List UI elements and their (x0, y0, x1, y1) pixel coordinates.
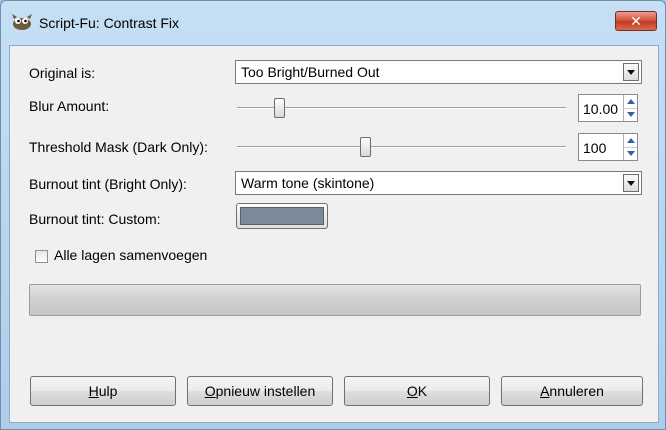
title-bar[interactable]: Script-Fu: Contrast Fix ✕ (1, 1, 665, 45)
custom-tint-color-button[interactable] (236, 203, 328, 229)
ok-button-label: K (417, 383, 428, 399)
threshold-value[interactable]: 100 (583, 140, 606, 156)
spin-down-icon[interactable] (623, 147, 637, 160)
merge-layers-checkbox[interactable] (35, 250, 48, 263)
close-icon: ✕ (630, 13, 642, 29)
merge-layers-label[interactable]: Alle lagen samenvoegen (54, 247, 207, 263)
threshold-slider-thumb[interactable] (359, 137, 371, 157)
spin-up-icon[interactable] (623, 95, 637, 108)
reset-button-label: pnieuw instellen (215, 383, 316, 399)
reset-button[interactable]: Opnieuw instellen (187, 376, 333, 406)
spin-up-icon[interactable] (623, 134, 637, 147)
close-button[interactable]: ✕ (615, 11, 657, 31)
color-swatch (240, 207, 324, 225)
ok-button[interactable]: OK (344, 376, 490, 406)
help-button[interactable]: Hulp (30, 376, 176, 406)
original-label: Original is: (29, 65, 96, 81)
dialog-client-area: Original is: Too Bright/Burned Out Blur … (9, 45, 659, 423)
ok-button-mnemonic: O (406, 383, 418, 399)
blur-slider-track[interactable] (237, 107, 566, 109)
progress-bar (29, 284, 641, 316)
help-button-mnemonic: H (88, 383, 99, 399)
tint-combo[interactable]: Warm tone (skintone) (235, 171, 642, 195)
tint-combo-value: Warm tone (skintone) (241, 175, 375, 191)
original-combo[interactable]: Too Bright/Burned Out (235, 60, 642, 84)
threshold-slider-track[interactable] (237, 146, 566, 148)
window-title: Script-Fu: Contrast Fix (39, 15, 180, 31)
help-button-label: ulp (98, 383, 118, 399)
spin-down-icon[interactable] (623, 108, 637, 121)
gimp-wilber-icon (12, 14, 32, 30)
blur-label: Blur Amount: (29, 98, 110, 114)
dialog-window: Script-Fu: Contrast Fix ✕ Original is: T… (0, 0, 666, 430)
original-combo-value: Too Bright/Burned Out (241, 64, 380, 80)
blur-slider-thumb[interactable] (274, 98, 286, 118)
blur-value[interactable]: 10.00 (583, 101, 618, 117)
chevron-down-icon[interactable] (623, 63, 639, 81)
reset-button-mnemonic: O (204, 383, 216, 399)
threshold-label: Threshold Mask (Dark Only): (29, 139, 208, 155)
blur-spinbox[interactable]: 10.00 (578, 94, 638, 122)
chevron-down-icon[interactable] (623, 174, 639, 192)
tint-label: Burnout tint (Bright Only): (29, 176, 187, 192)
cancel-button[interactable]: Annuleren (501, 376, 643, 406)
custom-tint-label: Burnout tint: Custom: (29, 211, 161, 227)
threshold-spinbox[interactable]: 100 (578, 133, 638, 161)
cancel-button-label: nnuleren (549, 383, 604, 399)
